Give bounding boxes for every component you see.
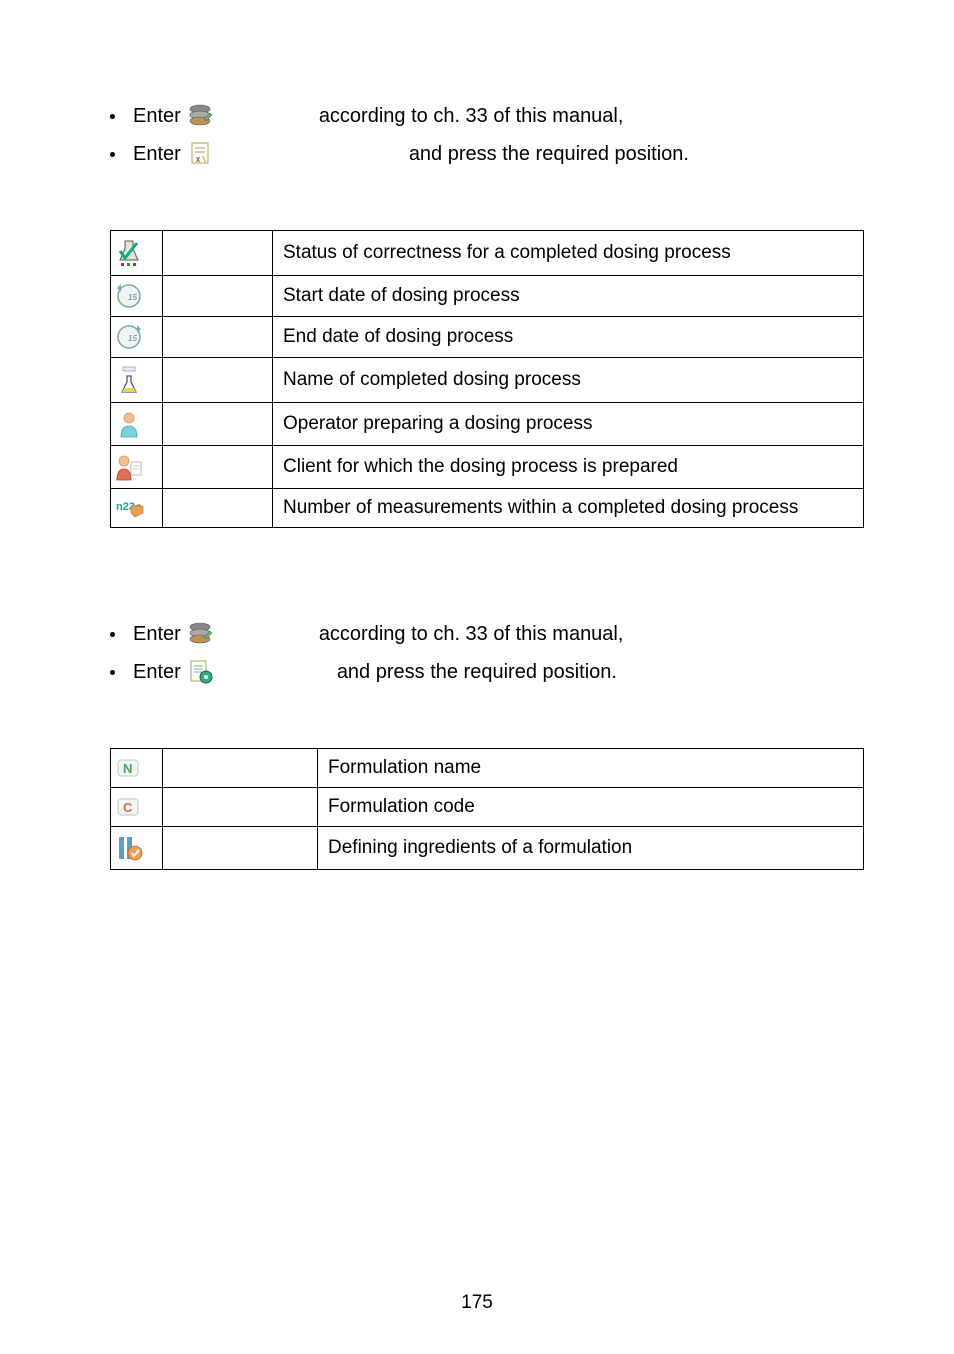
bullet-item: Enter and press the required position. — [110, 138, 864, 170]
icon-cell — [111, 231, 163, 276]
document-gear-icon — [185, 656, 215, 688]
table-dosing-report: Status of correctness for a completed do… — [110, 230, 864, 528]
description-cell: End date of dosing process — [273, 317, 864, 358]
table-formulation: N Formulation name C Formulation code — [110, 748, 864, 870]
stack-icon — [185, 100, 215, 132]
table-row: C Formulation code — [111, 788, 864, 827]
description-cell: Formulation code — [318, 788, 864, 827]
description-cell: Number of measurements within a complete… — [273, 489, 864, 528]
svg-text:15: 15 — [128, 334, 137, 343]
label-cell — [163, 489, 273, 528]
calendar-start-icon: 15 — [115, 282, 158, 310]
svg-text:N: N — [123, 761, 132, 776]
description-cell: Status of correctness for a completed do… — [273, 231, 864, 276]
table-row: N Formulation name — [111, 749, 864, 788]
svg-text:C: C — [123, 800, 133, 815]
table-row: n23 Number of measurements within a comp… — [111, 489, 864, 528]
description-cell: Defining ingredients of a formulation — [318, 827, 864, 870]
bullet-item: Enter and press the required position. — [110, 656, 864, 688]
bullet-suffix: according to ch. 33 of this manual, — [219, 105, 864, 128]
icon-cell — [111, 827, 163, 870]
person-single-icon — [115, 409, 158, 439]
table-row: Client for which the dosing process is p… — [111, 446, 864, 489]
calendar-end-icon: 15 — [115, 323, 158, 351]
icon-cell: 15 — [111, 317, 163, 358]
c-badge-icon: C — [115, 795, 158, 819]
description-cell: Client for which the dosing process is p… — [273, 446, 864, 489]
label-cell — [163, 827, 318, 870]
icon-cell — [111, 403, 163, 446]
icon-cell: N — [111, 749, 163, 788]
page-number: 175 — [0, 1292, 954, 1314]
description-cell: Formulation name — [318, 749, 864, 788]
bullet-suffix: according to ch. 33 of this manual, — [219, 623, 864, 646]
description-cell: Operator preparing a dosing process — [273, 403, 864, 446]
bullet-dot — [110, 152, 115, 157]
instruction-line: Enter according to ch. 33 of this manual… — [133, 618, 864, 650]
table-row: 15 Start date of dosing process — [111, 276, 864, 317]
instruction-line: Enter according to ch. 33 of this manual… — [133, 100, 864, 132]
label-cell — [163, 788, 318, 827]
bullet-dot — [110, 632, 115, 637]
table-row: Operator preparing a dosing process — [111, 403, 864, 446]
document-report-icon — [185, 138, 215, 170]
bullet-suffix: and press the required position. — [219, 143, 864, 166]
table-row: Name of completed dosing process — [111, 358, 864, 403]
icon-cell: 15 — [111, 276, 163, 317]
label-cell — [163, 317, 273, 358]
bullet-list-2: Enter according to ch. 33 of this manual… — [110, 618, 864, 688]
icon-cell — [111, 446, 163, 489]
person-doc-icon — [115, 452, 158, 482]
label-cell — [163, 446, 273, 489]
bullet-item: Enter according to ch. 33 of this manual… — [110, 618, 864, 650]
description-cell: Name of completed dosing process — [273, 358, 864, 403]
label-cell — [163, 749, 318, 788]
bullet-prefix: Enter — [133, 143, 181, 166]
flask-scale-icon — [115, 364, 158, 396]
svg-text:15: 15 — [128, 293, 137, 302]
label-cell — [163, 276, 273, 317]
bullet-dot — [110, 114, 115, 119]
table-row: Defining ingredients of a formulation — [111, 827, 864, 870]
instruction-line: Enter and press the required position. — [133, 656, 864, 688]
label-cell — [163, 231, 273, 276]
bullet-item: Enter according to ch. 33 of this manual… — [110, 100, 864, 132]
icon-cell: C — [111, 788, 163, 827]
ingredients-icon — [115, 833, 158, 863]
table-row: 15 End date of dosing process — [111, 317, 864, 358]
bullet-prefix: Enter — [133, 623, 181, 646]
bullet-dot — [110, 670, 115, 675]
label-cell — [163, 403, 273, 446]
bullet-prefix: Enter — [133, 105, 181, 128]
label-cell — [163, 358, 273, 403]
table-row: Status of correctness for a completed do… — [111, 231, 864, 276]
icon-cell — [111, 358, 163, 403]
n-badge-icon: N — [115, 756, 158, 780]
bullet-prefix: Enter — [133, 661, 181, 684]
instruction-line: Enter and press the required position. — [133, 138, 864, 170]
description-cell: Start date of dosing process — [273, 276, 864, 317]
bullet-list-1: Enter according to ch. 33 of this manual… — [110, 100, 864, 170]
flask-check-icon — [115, 237, 158, 269]
stack-icon — [185, 618, 215, 650]
icon-cell: n23 — [111, 489, 163, 528]
n-count-icon: n23 — [115, 496, 158, 520]
bullet-suffix: and press the required position. — [219, 661, 864, 684]
